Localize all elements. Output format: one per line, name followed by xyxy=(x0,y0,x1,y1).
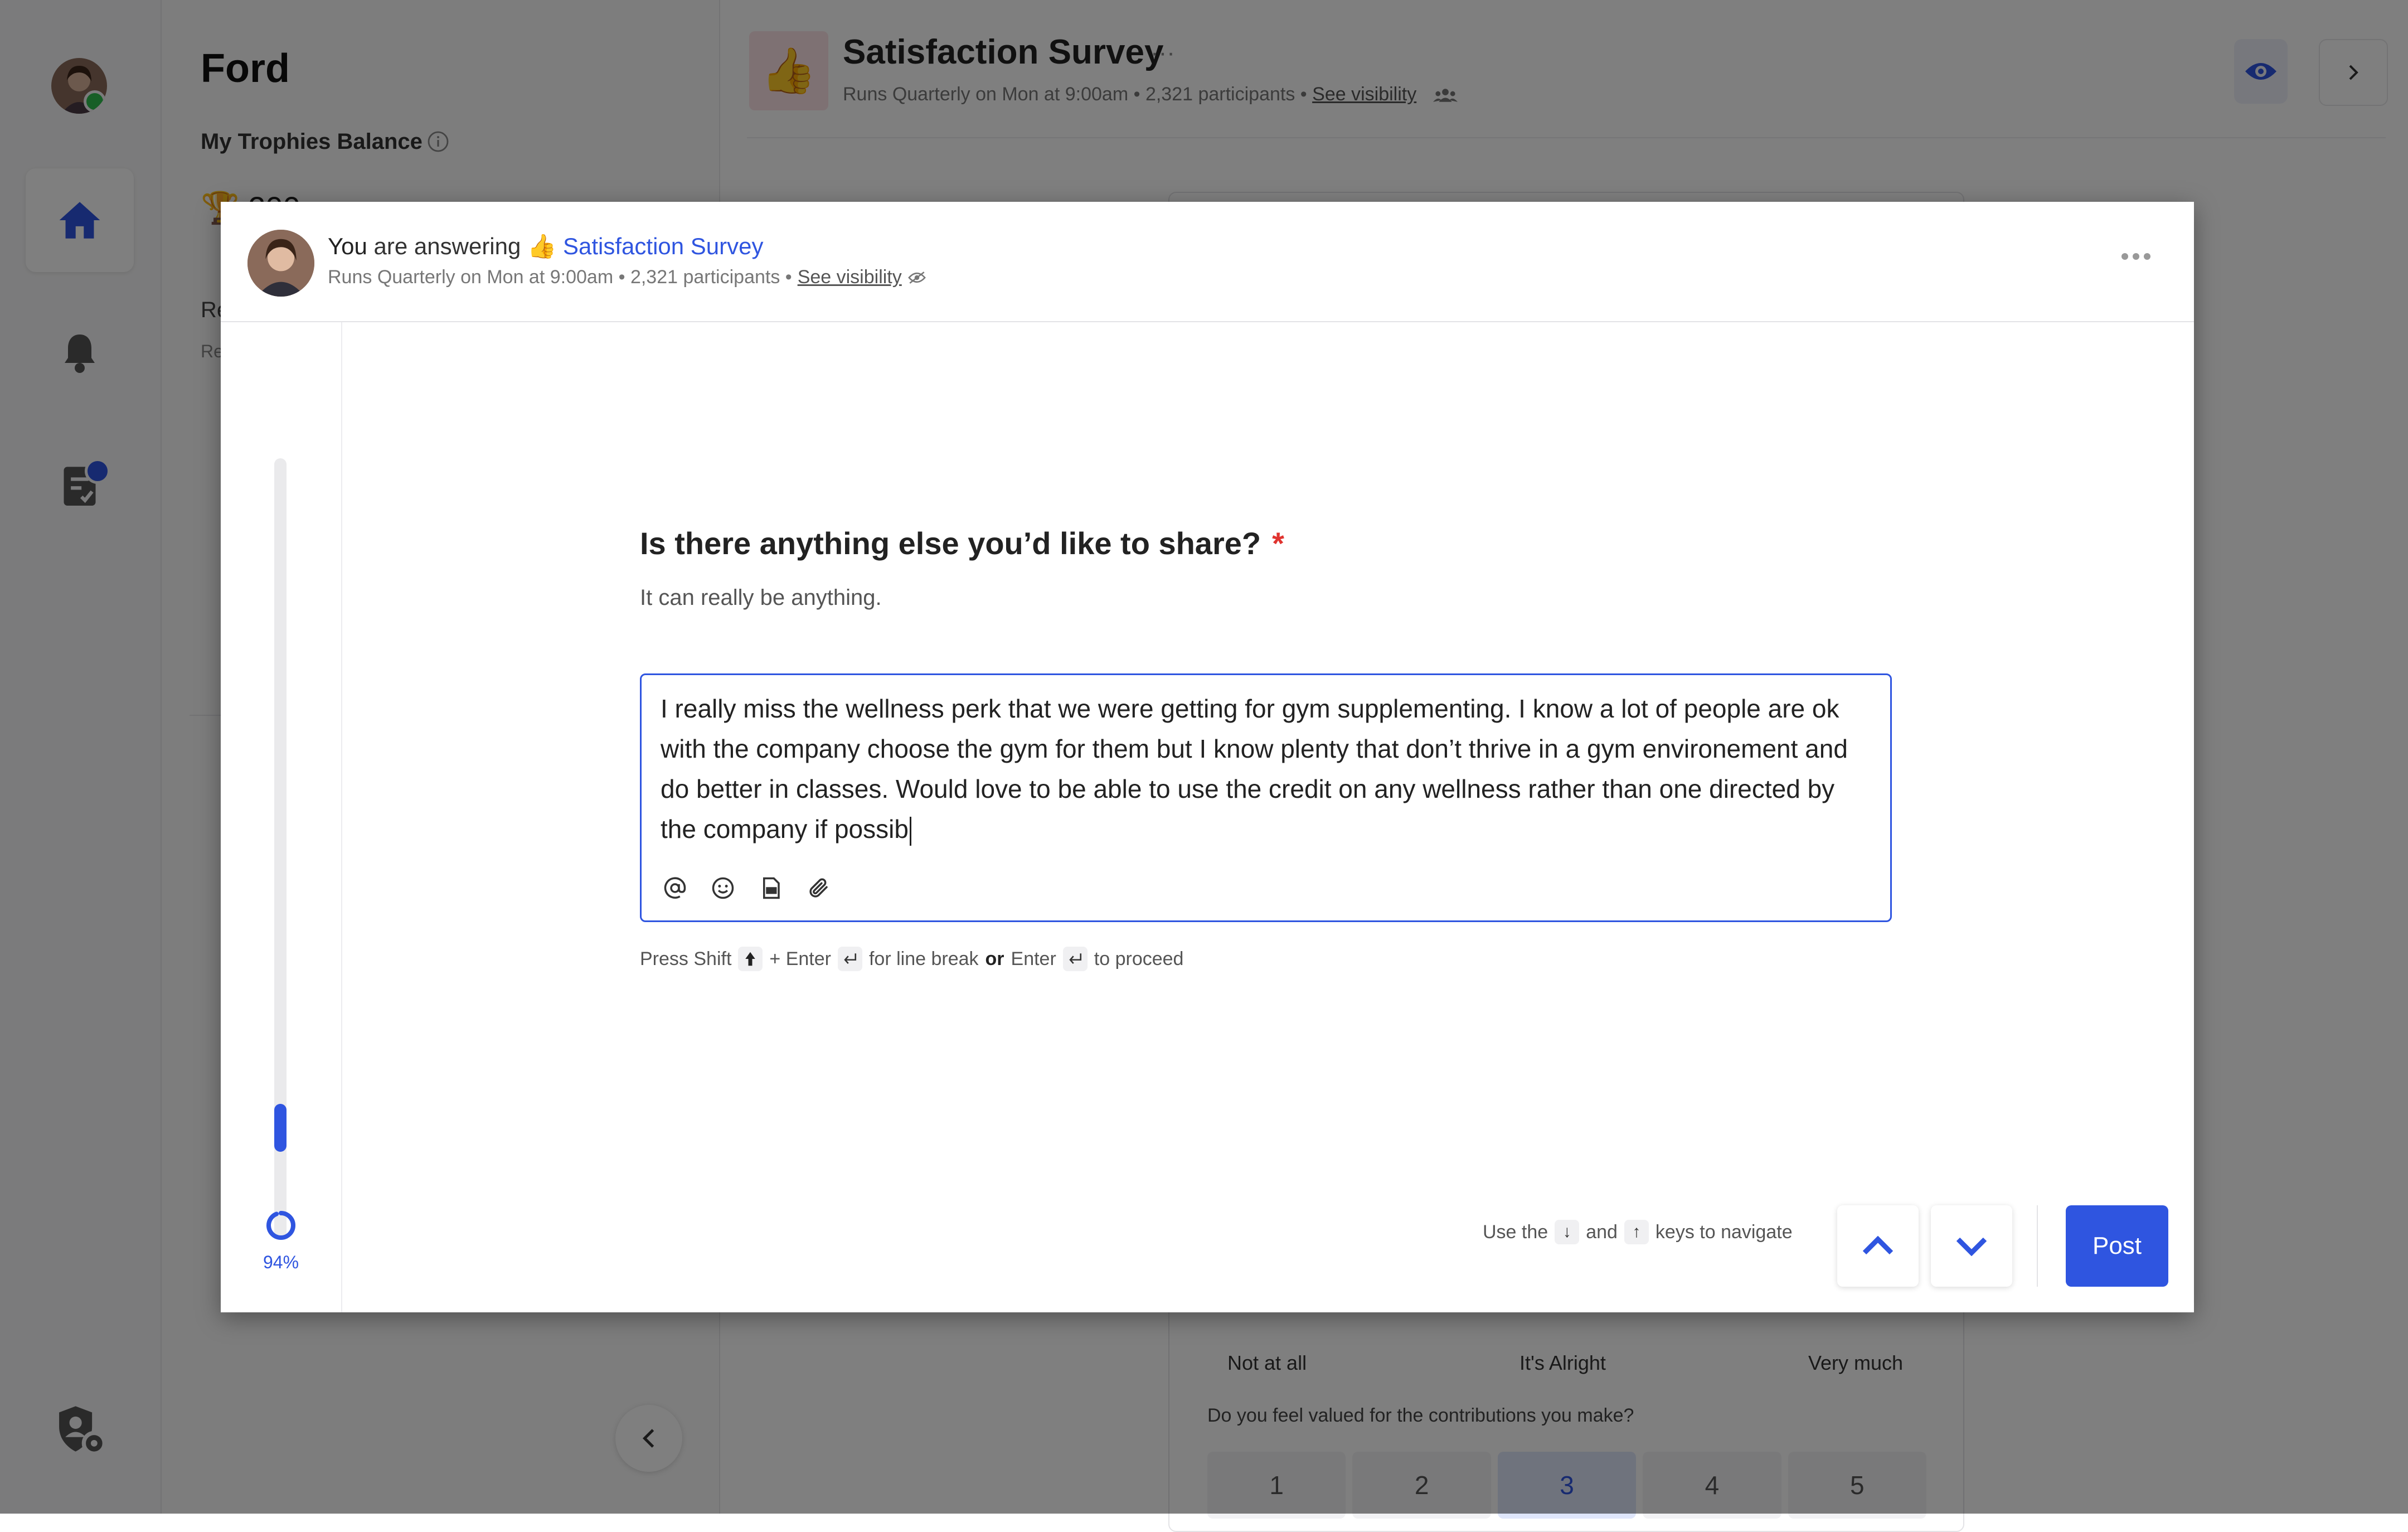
post-button[interactable]: Post xyxy=(2066,1205,2168,1287)
emoji-button[interactable] xyxy=(711,876,735,900)
attach-button[interactable] xyxy=(807,876,831,900)
survey-emoji: 👍 xyxy=(527,233,557,259)
survey-meta: Runs Quarterly on Mon at 9:00am • 2,321 … xyxy=(328,266,926,288)
question-subtitle: It can really be anything. xyxy=(640,585,882,610)
question-title: Is there anything else you’d like to sha… xyxy=(640,525,1284,561)
hint-plus-enter: + Enter xyxy=(769,948,831,969)
paperclip-icon xyxy=(809,878,828,898)
chevron-up-icon xyxy=(1862,1236,1894,1255)
answering-prefix: are answering xyxy=(367,233,528,259)
more-horizontal-icon xyxy=(2121,253,2150,260)
shift-key-icon xyxy=(738,947,763,971)
hint-press: Press Shift xyxy=(640,948,732,969)
nav-hint-and: and xyxy=(1586,1221,1618,1243)
more-options-button[interactable] xyxy=(2114,240,2158,273)
answer-text[interactable]: I really miss the wellness perk that we … xyxy=(661,689,1876,849)
progress-indicator xyxy=(274,1104,287,1152)
hint-line-break: for line break xyxy=(868,948,979,969)
smiley-icon xyxy=(712,877,734,899)
mention-button[interactable] xyxy=(663,876,687,900)
nav-hint-use: Use the xyxy=(1483,1221,1548,1243)
next-question-button[interactable] xyxy=(1931,1205,2012,1287)
hint-or: or xyxy=(985,948,1004,969)
gif-icon xyxy=(763,877,780,899)
up-arrow-key: ↑ xyxy=(1624,1220,1649,1244)
answering-title: You are answering 👍 Satisfaction Survey xyxy=(328,233,764,260)
progress-ring-icon xyxy=(266,1211,295,1240)
user-avatar xyxy=(247,230,314,297)
answer-text-value: I really miss the wellness perk that we … xyxy=(661,694,1848,843)
hint-proceed: to proceed xyxy=(1094,948,1184,969)
keyboard-hint: Press Shift + Enter for line break or En… xyxy=(640,947,1183,971)
answer-textarea[interactable]: I really miss the wellness perk that we … xyxy=(640,673,1892,922)
enter-key-icon xyxy=(1062,947,1088,971)
nav-hint-keys: keys to navigate xyxy=(1655,1221,1793,1243)
text-caret xyxy=(909,816,911,846)
enter-key-icon xyxy=(837,947,862,971)
hint-enter: Enter xyxy=(1011,948,1056,969)
see-visibility-link[interactable]: See visibility xyxy=(798,266,902,288)
answering-you: You xyxy=(328,233,367,259)
gif-button[interactable] xyxy=(759,876,783,900)
answer-modal: You are answering 👍 Satisfaction Survey … xyxy=(221,202,2194,1312)
navigation-hint: Use the ↓ and ↑ keys to navigate xyxy=(1483,1220,1793,1244)
eye-off-icon xyxy=(907,271,926,284)
required-mark: * xyxy=(1272,526,1284,561)
down-arrow-key: ↓ xyxy=(1555,1220,1580,1244)
previous-question-button[interactable] xyxy=(1837,1205,1919,1287)
question-title-text: Is there anything else you’d like to sha… xyxy=(640,526,1261,561)
nav-separator xyxy=(2037,1205,2038,1287)
survey-link[interactable]: Satisfaction Survey xyxy=(563,233,764,259)
chevron-down-icon xyxy=(1956,1237,1987,1256)
progress-percent: 94% xyxy=(263,1252,299,1272)
at-sign-icon xyxy=(664,877,686,899)
survey-meta-text: Runs Quarterly on Mon at 9:00am • 2,321 … xyxy=(328,266,792,288)
answer-toolbar xyxy=(663,876,831,900)
modal-header: You are answering 👍 Satisfaction Survey … xyxy=(221,202,2194,322)
